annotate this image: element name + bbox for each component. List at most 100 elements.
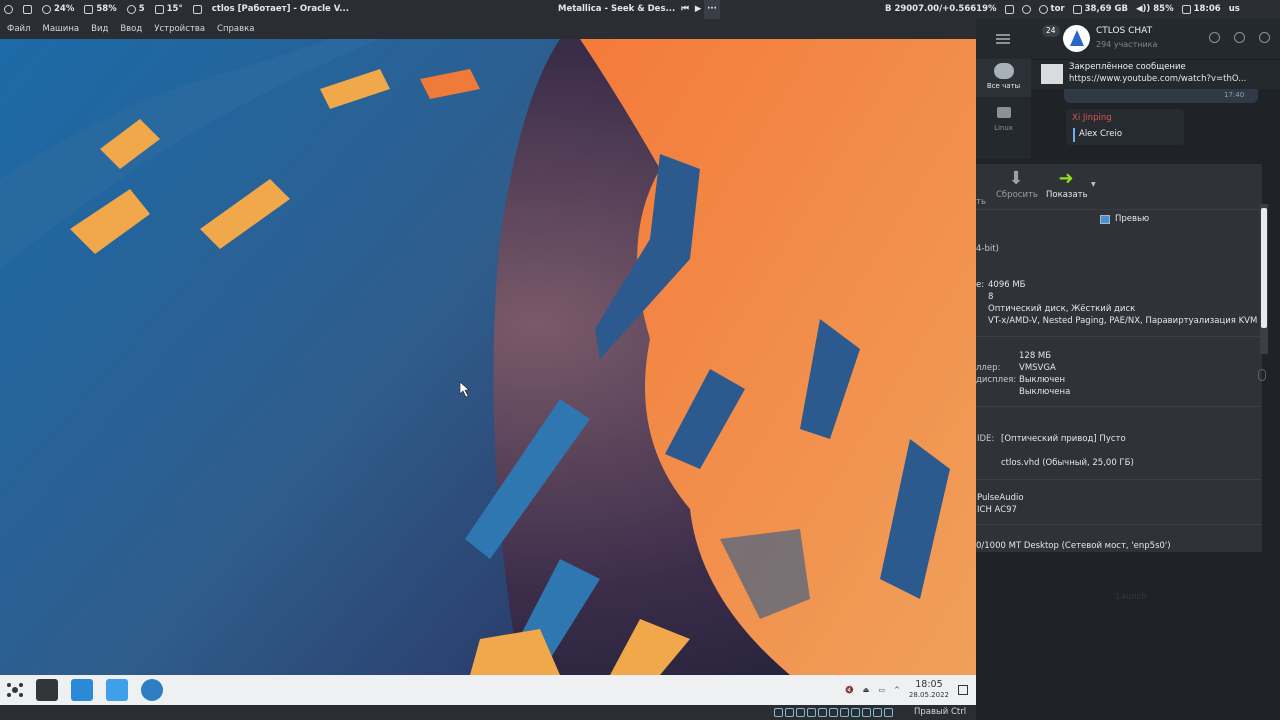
system-arch: 4-bit) <box>976 244 999 254</box>
shared-folder-indicator-icon[interactable] <box>829 708 838 717</box>
message-author[interactable]: Xi Jinping <box>1072 113 1112 123</box>
reset-label: Сбросить <box>996 190 1038 200</box>
keyboard-layout-widget[interactable]: us <box>1229 0 1240 19</box>
active-window-title[interactable]: ctlos [Работает] - Oracle V... <box>212 0 349 19</box>
search-icon[interactable] <box>1209 32 1220 43</box>
toolbar-cut-label[interactable]: ть <box>976 197 986 207</box>
guest-clock[interactable]: 18:05 28.05.2022 <box>909 680 949 700</box>
volume-muted-icon[interactable]: 🔇 <box>845 686 854 694</box>
volume-widget[interactable]: ◀)) 85% <box>1136 0 1174 19</box>
mouse-indicator-icon[interactable] <box>873 708 882 717</box>
processors-value: 8 <box>988 292 994 302</box>
disk-icon <box>1072 5 1082 14</box>
more-icon[interactable] <box>1259 32 1270 43</box>
disk-value: ctlos.vhd (Обычный, 25,00 ГБ) <box>1001 458 1134 468</box>
guest-taskbar: 🔇 ⏏ ▭ ^ 18:05 28.05.2022 <box>0 675 976 705</box>
play-icon[interactable]: ▶ <box>695 0 702 19</box>
vm-menubar: Файл Машина Вид Ввод Устройства Справка <box>0 19 976 39</box>
app-menu-icon[interactable] <box>4 5 13 14</box>
show-dropdown-icon[interactable]: ▼ <box>1091 181 1096 188</box>
keyboard-indicator-icon[interactable] <box>884 708 893 717</box>
reset-button[interactable]: ⬇ Сбросить <box>996 168 1038 200</box>
menu-machine[interactable]: Машина <box>42 24 79 34</box>
vpn-widget[interactable] <box>1021 5 1031 14</box>
media-player-widget[interactable]: Metallica - Seek & Des... ⏮ ▶ ⏭ <box>558 0 715 19</box>
keyboard-layout-value: us <box>1228 4 1240 14</box>
mail-icon <box>192 5 202 14</box>
menu-devices[interactable]: Устройства <box>154 24 205 34</box>
chat-header: CTLOS CHAT 294 участника <box>1031 19 1280 59</box>
launcher-icon <box>7 683 23 697</box>
bitcoin-widget[interactable]: B 29007.00/+0.56619% <box>885 0 997 19</box>
monitor-widget[interactable] <box>23 5 32 14</box>
divider <box>976 336 1262 337</box>
toggle-widget[interactable] <box>1004 5 1014 14</box>
optical-indicator-icon[interactable] <box>785 708 794 717</box>
virtualbox-manager-window: ть ⬇ Сбросить ➜ Показать ▼ Превью 4-bit)… <box>976 164 1268 552</box>
chat-title[interactable]: CTLOS CHAT <box>1096 26 1152 36</box>
disk-widget[interactable]: 38,69 GB <box>1072 0 1128 19</box>
temperature-value: 15° <box>166 4 183 14</box>
network-icon[interactable]: ▭ <box>878 686 885 694</box>
show-button[interactable]: ➜ Показать <box>1046 168 1088 200</box>
audio-controller-value: ICH AC97 <box>977 505 1017 515</box>
cpu-widget[interactable]: 24% <box>42 0 74 19</box>
microphone-icon[interactable] <box>1258 369 1266 381</box>
graphics-controller-value: VMSVGA <box>1019 363 1056 373</box>
menu-input[interactable]: Ввод <box>120 24 142 34</box>
tray-expand-icon[interactable]: ^ <box>894 686 900 694</box>
tor-icon <box>1038 5 1048 14</box>
app-launcher-button[interactable] <box>4 679 26 701</box>
preview-icon <box>1100 214 1110 224</box>
guest-system-tray: 🔇 ⏏ ▭ ^ 18:05 28.05.2022 <box>845 675 968 705</box>
memory-colon: е: <box>976 280 985 290</box>
unread-badge: 24 <box>1042 25 1060 37</box>
updates-widget[interactable]: 5 <box>126 0 145 19</box>
store-icon[interactable] <box>71 679 93 701</box>
details-scrollbar[interactable] <box>1260 204 1268 354</box>
pinned-url: https://www.youtube.com/watch?v=thO... <box>1069 74 1247 84</box>
audio-indicator-icon[interactable] <box>796 708 805 717</box>
menu-help[interactable]: Справка <box>217 24 254 34</box>
system-settings-icon[interactable] <box>36 679 58 701</box>
usb-icon[interactable]: ⏏ <box>863 686 870 694</box>
usb-indicator-icon[interactable] <box>818 708 827 717</box>
cpu-value: 24% <box>54 4 75 14</box>
pinned-title: Закреплённое сообщение <box>1069 62 1186 72</box>
menu-file[interactable]: Файл <box>7 24 30 34</box>
network-indicator-icon[interactable] <box>807 708 816 717</box>
ide-label: IDE: <box>977 434 995 444</box>
mail-widget[interactable] <box>192 5 202 14</box>
clock-widget[interactable]: 18:06 <box>1181 0 1221 19</box>
hdd-indicator-icon[interactable] <box>774 708 783 717</box>
folder-linux[interactable]: Linux <box>976 107 1031 132</box>
folder-icon <box>996 107 1011 118</box>
right-workspace: Все чаты Linux CTLOS CHAT 294 участника … <box>976 19 1280 720</box>
guest-desktop-wallpaper[interactable] <box>0 39 976 675</box>
menu-view[interactable]: Вид <box>91 24 108 34</box>
chat-avatar[interactable] <box>1063 25 1090 52</box>
file-manager-icon[interactable] <box>106 679 128 701</box>
hamburger-menu-icon[interactable] <box>996 34 1010 44</box>
temperature-widget[interactable]: 15° <box>154 0 183 19</box>
display-indicator-icon[interactable] <box>840 708 849 717</box>
pinned-thumbnail <box>1041 64 1063 84</box>
prev-track-icon[interactable]: ⏮ <box>681 0 689 19</box>
divider <box>976 406 1262 407</box>
tor-widget[interactable]: tor <box>1038 0 1065 19</box>
memory-widget[interactable]: 58% <box>84 0 117 19</box>
folder-all-chats[interactable]: Все чаты <box>976 59 1031 97</box>
recording-indicator-icon[interactable] <box>851 708 860 717</box>
preview-section-header[interactable]: Превью <box>1100 214 1149 224</box>
remote-display-value: Выключен <box>1019 375 1066 385</box>
show-desktop-icon[interactable] <box>958 685 968 695</box>
comments-icon[interactable] <box>1234 32 1245 43</box>
overflow-button[interactable]: ··· <box>704 0 720 19</box>
pinned-message-bar[interactable]: Закреплённое сообщение https://www.youtu… <box>1031 59 1280 89</box>
scrollbar-thumb[interactable] <box>1261 208 1267 328</box>
memory-value: 4096 МБ <box>988 280 1026 290</box>
show-arrow-icon: ➜ <box>1058 168 1074 189</box>
folder-linux-label: Linux <box>994 124 1013 132</box>
cpu-indicator-icon[interactable] <box>862 708 871 717</box>
web-browser-icon[interactable] <box>141 679 163 701</box>
